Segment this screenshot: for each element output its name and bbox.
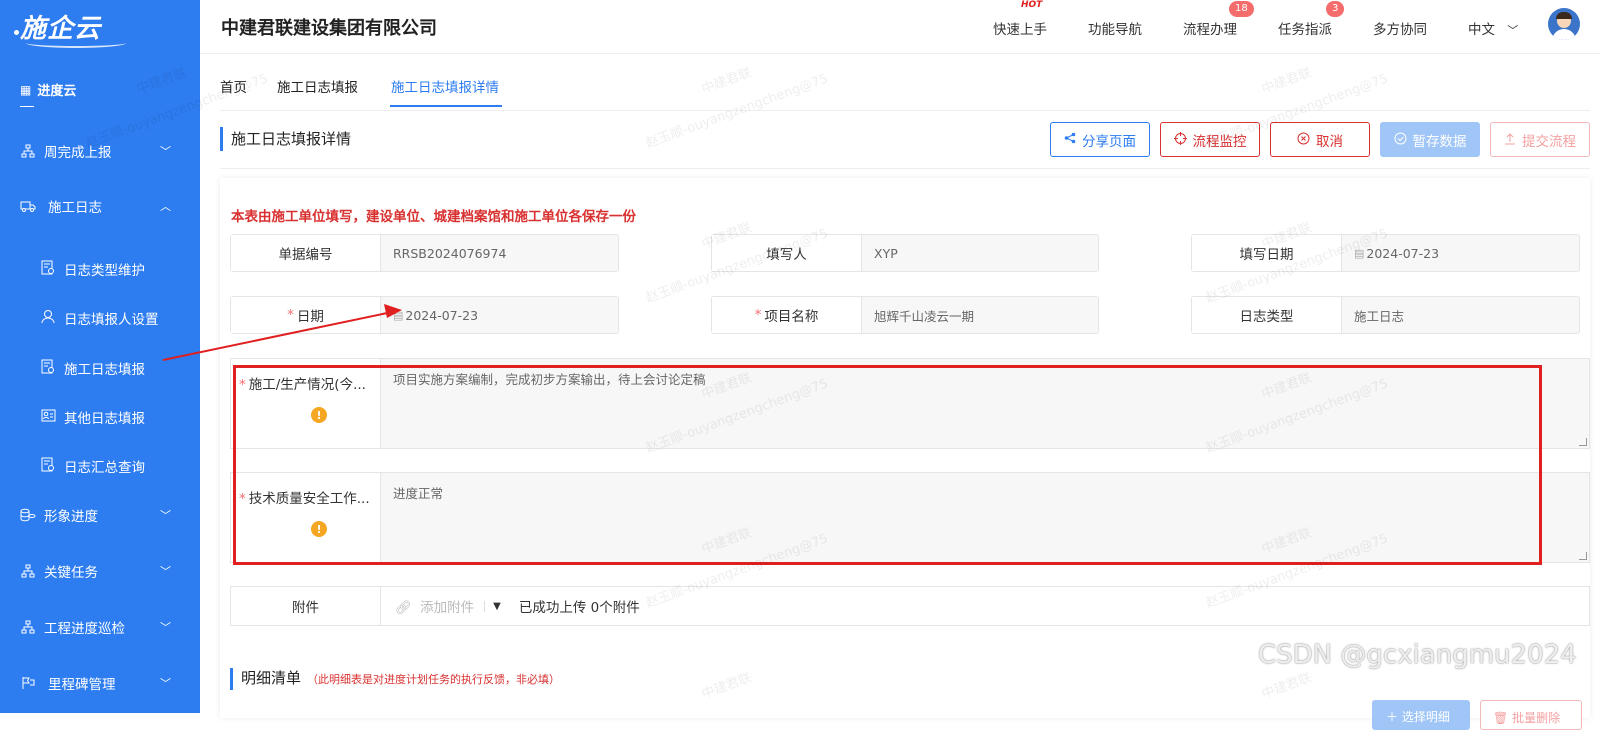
cancel-button[interactable]: 取消	[1270, 122, 1370, 157]
tab-construction-log[interactable]: 施工日志填报	[277, 76, 358, 96]
coins-icon	[20, 507, 36, 523]
company-name: 中建君联建设集团有限公司	[221, 18, 437, 39]
tab-home[interactable]: 首页	[220, 76, 247, 96]
log-type-field: 日志类型 施工日志	[1191, 296, 1580, 334]
target-icon	[1173, 131, 1187, 148]
nav-task[interactable]: 3 任务指派	[1278, 1, 1345, 38]
id-card-icon	[40, 407, 56, 423]
user-icon	[40, 308, 56, 324]
doc-edit-icon	[40, 358, 56, 374]
form-notice: 本表由施工单位填写，建设单位、城建档案馆和施工单位各保存一份	[231, 209, 636, 225]
chevron-down-icon: ﹀	[160, 677, 171, 690]
resize-handle[interactable]	[1579, 438, 1587, 446]
upload-status: 已成功上传 0个附件	[518, 600, 640, 616]
doc-no-field: 单据编号 RRSB2024076974	[230, 234, 619, 272]
hot-badge: HOT	[1021, 0, 1043, 10]
nav-quick-start[interactable]: HOT 快速上手	[993, 0, 1047, 38]
nav-process[interactable]: 18 流程办理	[1183, 1, 1254, 38]
chevron-down-icon: ﹀	[160, 509, 171, 522]
writer-field: 填写人 XYP	[711, 234, 1099, 272]
nav-collab[interactable]: 多方协同	[1373, 18, 1427, 38]
doc-gear-icon	[40, 259, 56, 275]
share-icon	[1064, 132, 1076, 147]
sidebar: 施企云 ▦ 进度云 周完成上报 ﹀ 施工日志 ︿ 日志类型维护 日志填报人设置 …	[0, 0, 200, 713]
count-badge: 18	[1229, 1, 1254, 17]
chevron-down-icon: ﹀	[160, 621, 171, 634]
paperclip-icon: 🔗︎	[395, 600, 413, 616]
calendar-icon: ▤	[393, 308, 404, 322]
active-tab-indicator	[390, 105, 502, 107]
tab-construction-log-detail[interactable]: 施工日志填报详情	[391, 76, 499, 96]
divider	[220, 110, 1590, 111]
select-detail-button[interactable]: ＋ 选择明细	[1372, 700, 1470, 730]
process-monitor-button[interactable]: 流程监控	[1160, 122, 1260, 157]
dropdown-caret-icon[interactable]: ▼	[484, 600, 501, 612]
trash-icon: 🗑︎	[1493, 711, 1509, 725]
count-badge: 3	[1326, 1, 1345, 17]
org-icon	[20, 563, 36, 579]
page-title: 施工日志填报详情	[220, 127, 351, 151]
date-field[interactable]: * 日期 ▤ 2024-07-23	[230, 296, 619, 334]
org-icon	[20, 143, 36, 159]
batch-delete-button[interactable]: 🗑︎ 批量删除	[1480, 700, 1582, 730]
chevron-up-icon: ︿	[160, 200, 171, 213]
attachment-field: 附件 🔗︎ 添加附件 ▼ 已成功上传 0个附件	[230, 586, 1590, 626]
top-header: 中建君联建设集团有限公司 HOT 快速上手 功能导航 18 流程办理 3 任务指…	[200, 0, 1600, 54]
doc-search-icon	[40, 456, 56, 472]
section-title[interactable]: ▦ 进度云	[20, 80, 76, 107]
language-select[interactable]: 中文 ﹀	[1468, 18, 1518, 38]
watermark: 中建君联	[1259, 65, 1314, 98]
calendar-icon: ▤	[1354, 246, 1365, 260]
upload-icon	[1504, 132, 1516, 148]
submit-process-button[interactable]: 提交流程	[1490, 122, 1590, 157]
app-logo[interactable]: 施企云	[14, 8, 126, 48]
csdn-watermark: CSDN @gcxiangmu2024	[1258, 640, 1577, 670]
watermark: 中建君联	[699, 65, 754, 98]
chevron-down-icon: ﹀	[160, 145, 171, 158]
add-attachment-button[interactable]: 🔗︎ 添加附件	[395, 596, 474, 616]
org-icon	[20, 619, 36, 635]
chevron-down-icon: ﹀	[1507, 24, 1519, 37]
detail-section-title: 明细清单 （此明细表是对进度计划任务的执行反馈，非必填）	[230, 668, 560, 690]
truck-icon	[20, 198, 36, 214]
write-date-field: 填写日期 ▤ 2024-07-23	[1191, 234, 1580, 272]
share-button[interactable]: 分享页面	[1050, 122, 1150, 157]
milestone-icon	[20, 675, 36, 691]
chevron-down-icon: ﹀	[160, 565, 171, 578]
divider	[220, 168, 1590, 169]
check-circle-icon	[1394, 132, 1407, 148]
save-draft-button[interactable]: 暂存数据	[1380, 122, 1480, 157]
grid-icon: ▦	[20, 82, 32, 97]
nav-function[interactable]: 功能导航	[1088, 18, 1142, 38]
avatar[interactable]	[1548, 8, 1580, 40]
close-circle-icon	[1297, 132, 1310, 148]
resize-handle[interactable]	[1579, 552, 1587, 560]
highlight-box	[233, 365, 1542, 565]
project-name-field[interactable]: * 项目名称 旭辉千山凌云一期	[711, 296, 1099, 334]
